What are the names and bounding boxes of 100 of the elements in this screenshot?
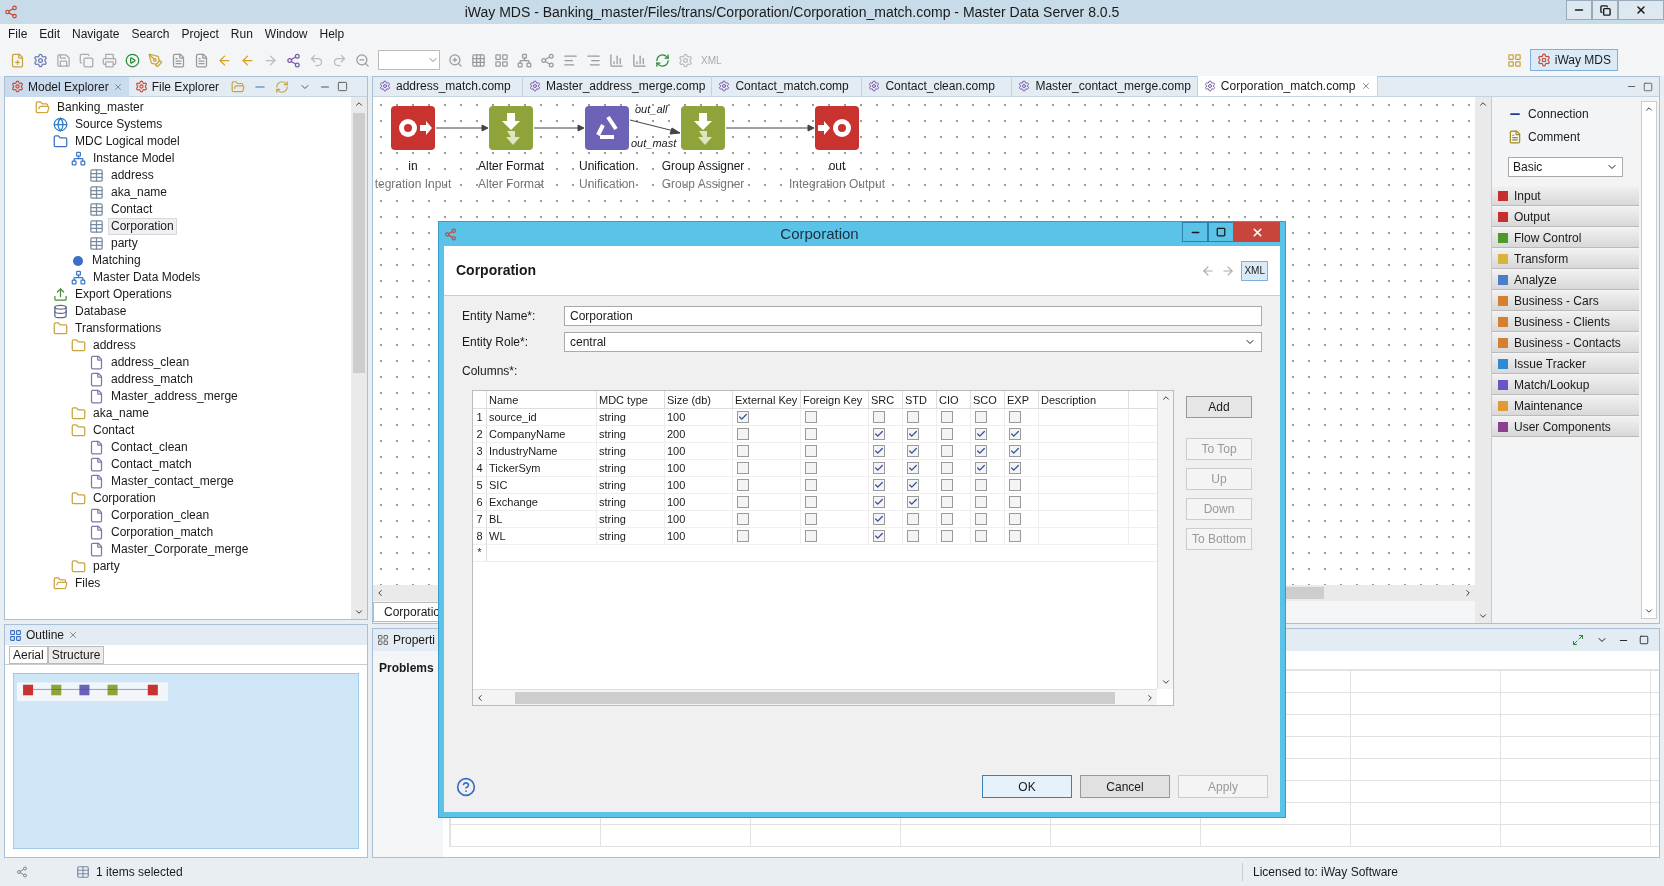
tree-item[interactable]: aka_name xyxy=(90,405,153,422)
scrollbar[interactable] xyxy=(1475,97,1491,623)
table-cell[interactable]: TickerSym xyxy=(487,460,597,476)
scrollbar[interactable] xyxy=(351,97,367,619)
view-title[interactable]: Outline xyxy=(26,626,65,644)
checkbox[interactable] xyxy=(941,479,953,491)
maximize-button[interactable] xyxy=(1208,222,1234,242)
menu-item[interactable]: Edit xyxy=(33,25,67,43)
column-header[interactable]: MDC type xyxy=(597,391,665,408)
checkbox[interactable] xyxy=(975,513,987,525)
checkbox[interactable] xyxy=(1009,428,1021,440)
tree-item[interactable]: Master_Corporate_merge xyxy=(108,541,252,558)
tree-item[interactable]: Contact_match xyxy=(108,456,195,473)
column-header[interactable]: Foreign Key xyxy=(801,391,869,408)
scroll-thumb[interactable] xyxy=(515,691,1115,704)
palette-drawer[interactable]: Issue Tracker xyxy=(1492,354,1639,374)
checkbox[interactable] xyxy=(805,462,817,474)
table-cell[interactable]: string xyxy=(597,460,665,476)
tree-item[interactable]: Transformations xyxy=(72,320,165,337)
help-icon[interactable] xyxy=(456,776,476,797)
menu-item[interactable]: Help xyxy=(313,25,351,43)
column-header[interactable]: Description xyxy=(1039,391,1129,408)
scroll-thumb[interactable] xyxy=(353,113,365,373)
checkbox[interactable] xyxy=(873,428,885,440)
checkbox[interactable] xyxy=(873,530,885,542)
checkbox[interactable] xyxy=(805,428,817,440)
checkbox[interactable] xyxy=(805,411,817,423)
tree-item[interactable]: Master Data Models xyxy=(90,269,204,286)
palette-drawer[interactable]: User Components xyxy=(1492,417,1639,437)
align-top-icon[interactable] xyxy=(609,52,624,68)
editor-tab[interactable]: Corporation_match.comp xyxy=(1197,76,1378,96)
checkbox[interactable] xyxy=(873,513,885,525)
zoom-field[interactable] xyxy=(378,50,440,70)
checkbox[interactable] xyxy=(941,445,953,457)
view-tab[interactable]: Properti xyxy=(393,631,436,649)
checkbox[interactable] xyxy=(907,479,919,491)
tree-item[interactable]: Instance Model xyxy=(90,150,178,167)
column-header[interactable]: SRC xyxy=(869,391,903,408)
export-icon[interactable] xyxy=(286,52,301,68)
editor-tab[interactable]: Contact_match.comp xyxy=(712,76,863,96)
checkbox[interactable] xyxy=(907,496,919,508)
close-icon[interactable] xyxy=(1360,81,1371,91)
save-icon[interactable] xyxy=(56,52,71,68)
checkbox[interactable] xyxy=(975,479,987,491)
run-icon[interactable] xyxy=(125,52,140,68)
checkbox[interactable] xyxy=(941,530,953,542)
scroll-up-icon[interactable] xyxy=(1644,104,1654,114)
xml-button[interactable]: XML xyxy=(1241,260,1268,281)
table-cell[interactable]: string xyxy=(597,511,665,527)
checkbox[interactable] xyxy=(1009,513,1021,525)
scrollbar[interactable] xyxy=(1157,391,1173,689)
table-cell[interactable]: string xyxy=(597,443,665,459)
properties-section-tab[interactable]: Problems xyxy=(379,661,434,675)
palette-drawer[interactable]: Transform xyxy=(1492,249,1639,269)
checkbox[interactable] xyxy=(941,462,953,474)
back-icon[interactable] xyxy=(240,52,255,68)
menu-item[interactable]: Project xyxy=(175,25,225,43)
pin-icon[interactable] xyxy=(1572,634,1584,646)
table-cell[interactable]: 100 xyxy=(665,494,733,510)
column-header[interactable]: STD xyxy=(903,391,937,408)
recycle-icon[interactable] xyxy=(584,105,630,151)
chart-icon[interactable] xyxy=(632,52,647,68)
tree-item[interactable]: Matching xyxy=(89,252,144,269)
align-left-icon[interactable] xyxy=(563,52,578,68)
editor-tab[interactable]: Master_contact_merge.comp xyxy=(1012,76,1198,96)
checkbox[interactable] xyxy=(941,411,953,423)
entity-role-dropdown[interactable]: central xyxy=(564,332,1262,352)
table-cell[interactable]: string xyxy=(597,477,665,493)
checkbox[interactable] xyxy=(737,513,749,525)
palette-tool[interactable]: Connection xyxy=(1492,103,1639,125)
column-header[interactable]: EXP xyxy=(1005,391,1039,408)
tree-item[interactable]: Contact xyxy=(90,422,138,439)
forward-icon[interactable] xyxy=(1221,263,1236,278)
table-cell[interactable]: string xyxy=(597,409,665,425)
checkbox[interactable] xyxy=(737,411,749,423)
tree-item[interactable]: Corporation xyxy=(90,490,159,507)
tree-item[interactable]: Files xyxy=(72,575,104,592)
arrow-down-icon[interactable] xyxy=(488,105,534,151)
table-cell[interactable]: Exchange xyxy=(487,494,597,510)
new-file-icon[interactable] xyxy=(10,52,25,68)
copy-icon[interactable] xyxy=(79,52,94,68)
checkbox[interactable] xyxy=(1009,445,1021,457)
checkbox[interactable] xyxy=(941,496,953,508)
scrollbar[interactable] xyxy=(1641,101,1657,619)
table-cell[interactable]: 200 xyxy=(665,426,733,442)
outline-tab[interactable]: Structure xyxy=(47,645,105,664)
scrollbar[interactable] xyxy=(473,689,1157,705)
checkbox[interactable] xyxy=(975,428,987,440)
tree-item[interactable]: Master_contact_merge xyxy=(108,473,237,490)
palette-drawer[interactable]: Output xyxy=(1492,207,1639,227)
tree-item[interactable]: address xyxy=(108,167,157,184)
column-header[interactable]: External Key xyxy=(733,391,801,408)
checkbox[interactable] xyxy=(873,479,885,491)
layout-icon[interactable] xyxy=(494,52,509,68)
palette-drawer[interactable]: Analyze xyxy=(1492,270,1639,290)
checkbox[interactable] xyxy=(907,462,919,474)
checkbox[interactable] xyxy=(805,513,817,525)
table-cell[interactable]: 100 xyxy=(665,443,733,459)
checkbox[interactable] xyxy=(941,513,953,525)
checkbox[interactable] xyxy=(873,411,885,423)
